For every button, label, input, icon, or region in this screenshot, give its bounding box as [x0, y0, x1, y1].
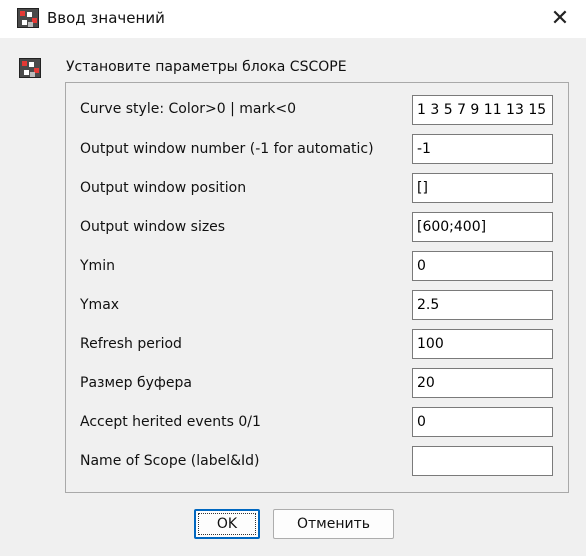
dialog-window: Ввод значений ✕ Установите параметры бло… [0, 0, 586, 556]
buffer-size-label: Размер буфера [80, 375, 192, 391]
buffer-size-input[interactable] [412, 368, 553, 398]
window-position-label: Output window position [80, 180, 247, 196]
herited-events-label: Accept herited events 0/1 [80, 414, 261, 430]
dialog-header: Установите параметры блока CSCOPE [66, 59, 347, 75]
close-icon[interactable]: ✕ [540, 2, 580, 34]
ymax-label: Ymax [80, 297, 120, 313]
cancel-button-label: Отменить [296, 516, 370, 532]
cancel-button[interactable]: Отменить [273, 509, 394, 539]
focus-ring [198, 513, 256, 535]
refresh-period-label: Refresh period [80, 336, 182, 352]
scope-name-input[interactable] [412, 446, 553, 476]
scope-name-label: Name of Scope (label&Id) [80, 453, 260, 469]
block-icon [19, 58, 41, 78]
window-sizes-input[interactable] [412, 212, 553, 242]
window-position-input[interactable] [412, 173, 553, 203]
ymin-input[interactable] [412, 251, 553, 281]
curve-style-label: Curve style: Color>0 | mark<0 [80, 101, 297, 117]
window-number-input[interactable] [412, 134, 553, 164]
title-bar: Ввод значений ✕ [0, 0, 586, 38]
window-sizes-label: Output window sizes [80, 219, 226, 235]
herited-events-input[interactable] [412, 407, 553, 437]
curve-style-input[interactable] [412, 95, 553, 125]
ymin-label: Ymin [80, 258, 115, 274]
window-number-label: Output window number (-1 for automatic) [80, 141, 374, 157]
window-title: Ввод значений [47, 9, 165, 27]
app-icon [17, 8, 39, 28]
ymax-input[interactable] [412, 290, 553, 320]
refresh-period-input[interactable] [412, 329, 553, 359]
ok-button[interactable]: OK [194, 509, 260, 539]
